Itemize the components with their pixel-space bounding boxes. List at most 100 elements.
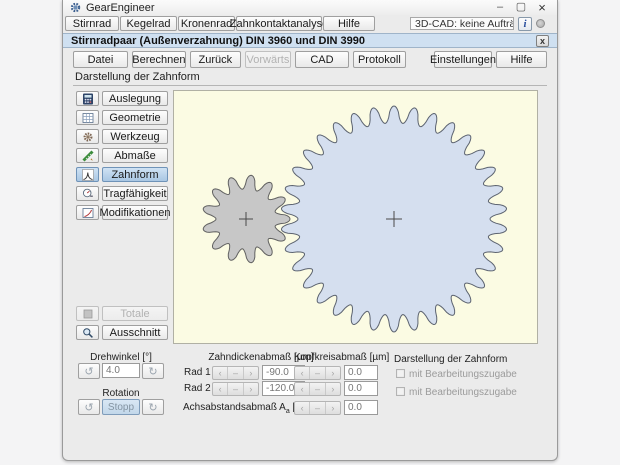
kopfkreis-rad2-input[interactable] bbox=[344, 381, 378, 396]
window-title: GearEngineer bbox=[86, 2, 155, 14]
sidebar-item-tragfaehigkeit: Tragfähigkeit bbox=[76, 186, 168, 202]
ausschnitt-icon-button[interactable] bbox=[76, 325, 99, 340]
werkzeug-icon-button[interactable] bbox=[76, 129, 99, 144]
totale-button: Totale bbox=[102, 306, 168, 321]
toolbar-cad-button[interactable]: CAD bbox=[295, 51, 349, 68]
gear-canvas-svg bbox=[174, 91, 537, 343]
kopfkreis-rad2-stepper: ‹ – › bbox=[294, 382, 341, 396]
kopfkreis-rad1-stepper: ‹ – › bbox=[294, 366, 341, 380]
kopfkreis-rad1-stepper-reset-button[interactable]: – bbox=[310, 367, 325, 379]
rad2-stepper-reset-button[interactable]: – bbox=[228, 383, 243, 395]
minimize-button[interactable]: – bbox=[493, 2, 507, 14]
cad-status-cluster: 3D-CAD: keine Aufträge i bbox=[410, 17, 545, 31]
rad2-label: Rad 2 bbox=[184, 383, 211, 394]
bearbeitungszugabe-2-checkbox bbox=[396, 387, 405, 396]
rad2-stepper-prev-button[interactable]: ‹ bbox=[213, 383, 228, 395]
totale-icon-button bbox=[76, 306, 99, 321]
menu-zahnkontaktanalyse[interactable]: Zahnkontaktanalyse bbox=[236, 16, 322, 31]
document-close-button[interactable]: x bbox=[536, 35, 549, 47]
toolbar-berechnen-button[interactable]: Berechnen bbox=[132, 51, 186, 68]
info-button[interactable]: i bbox=[518, 17, 532, 31]
sidebar-item-zahnform: Zahnform bbox=[76, 167, 168, 183]
kopfkreis-rad2-stepper-next-button[interactable]: › bbox=[326, 383, 340, 395]
drehwinkel-input[interactable] bbox=[102, 363, 140, 378]
drehwinkel-label: Drehwinkel [°] bbox=[78, 352, 164, 363]
toolbar-datei-button[interactable]: Datei bbox=[73, 51, 128, 68]
kopfkreis-rad2-stepper-prev-button[interactable]: ‹ bbox=[295, 383, 310, 395]
ausschnitt-button[interactable]: Ausschnitt bbox=[102, 325, 168, 340]
rad1-stepper-reset-button[interactable]: – bbox=[228, 367, 243, 379]
kopfkreis-rad2-stepper-reset-button[interactable]: – bbox=[310, 383, 325, 395]
app-window: GearEngineer – ▢ × Stirnrad Kegelrad Kro… bbox=[62, 0, 558, 461]
rotate-ccw-button[interactable]: ↺ bbox=[78, 363, 100, 379]
sidebar-item-abmasse: Abmaße bbox=[76, 148, 168, 164]
rotation-stop-button[interactable]: Stopp bbox=[102, 399, 140, 415]
achsabstand-input[interactable] bbox=[344, 400, 378, 415]
rotation-ccw-button[interactable]: ↺ bbox=[78, 399, 100, 415]
toolbar-hilfe-button[interactable]: Hilfe bbox=[496, 51, 547, 68]
toolbar-protokoll-button[interactable]: Protokoll bbox=[353, 51, 406, 68]
tooth-profile-icon bbox=[82, 169, 94, 181]
rad2-stepper-next-button[interactable]: › bbox=[244, 383, 258, 395]
darstellung-label: Darstellung der Zahnform bbox=[394, 354, 507, 365]
menu-bar: Stirnrad Kegelrad Kronenrad Zahnkontakta… bbox=[63, 15, 557, 32]
kopfkreis-rad1-stepper-prev-button[interactable]: ‹ bbox=[295, 367, 310, 379]
maximize-button[interactable]: ▢ bbox=[514, 2, 528, 14]
modifikationen-icon-button[interactable] bbox=[76, 205, 99, 220]
tragfaehigkeit-icon-button[interactable] bbox=[76, 186, 99, 201]
geometrie-icon-button[interactable] bbox=[76, 110, 99, 125]
title-bar: GearEngineer – ▢ × bbox=[63, 0, 557, 15]
achsabstand-stepper-reset-button[interactable]: – bbox=[310, 402, 325, 414]
rotation-label: Rotation bbox=[78, 388, 164, 399]
rad1-stepper-prev-button[interactable]: ‹ bbox=[213, 367, 228, 379]
sidebar-item-modifikationen-label[interactable]: Modifikationen bbox=[102, 205, 168, 220]
rotation-cw-button[interactable]: ↻ bbox=[142, 399, 164, 415]
achsabstand-label: Achsabstandsabmaß Aa [µm] bbox=[183, 402, 312, 415]
auslegung-icon-button[interactable] bbox=[76, 91, 99, 106]
view-totale-row: Totale bbox=[76, 306, 168, 322]
sidebar-item-zahnform-label[interactable]: Zahnform bbox=[102, 167, 168, 182]
menu-hilfe[interactable]: Hilfe bbox=[323, 16, 375, 31]
app-icon bbox=[70, 2, 81, 13]
kopfkreis-label: Kopfkreisabmaß [µm] bbox=[294, 352, 389, 363]
kopfkreis-rad1-stepper-next-button[interactable]: › bbox=[326, 367, 340, 379]
sidebar-item-geometrie-label[interactable]: Geometrie bbox=[102, 110, 168, 125]
gauge-icon bbox=[82, 188, 94, 200]
sidebar-item-auslegung: Auslegung bbox=[76, 91, 168, 107]
abmasse-icon-button[interactable] bbox=[76, 148, 99, 163]
close-button[interactable]: × bbox=[535, 2, 549, 14]
menu-stirnrad[interactable]: Stirnrad bbox=[65, 16, 119, 31]
sidebar-item-werkzeug: Werkzeug bbox=[76, 129, 168, 145]
section-title: Darstellung der Zahnform bbox=[73, 71, 547, 86]
zahnform-icon-button[interactable] bbox=[76, 167, 99, 182]
kopfkreis-rad1-input[interactable] bbox=[344, 365, 378, 380]
tool-gear-icon bbox=[82, 131, 94, 143]
sidebar-item-tragfaehigkeit-label[interactable]: Tragfähigkeit bbox=[102, 186, 168, 201]
full-view-icon bbox=[82, 308, 94, 320]
toolbar-vorwaerts-button: Vorwärts bbox=[245, 51, 291, 68]
toolbar-spacer bbox=[410, 51, 430, 69]
sidebar-item-auslegung-label[interactable]: Auslegung bbox=[102, 91, 168, 106]
calculator-icon bbox=[82, 93, 94, 105]
achsabstand-stepper-next-button[interactable]: › bbox=[326, 402, 340, 414]
grid-table-icon bbox=[82, 112, 94, 124]
gear-canvas[interactable] bbox=[173, 90, 538, 344]
toolbar-zurueck-button[interactable]: Zurück bbox=[190, 51, 241, 68]
toolbar-einstellungen-button[interactable]: Einstellungen bbox=[434, 51, 492, 68]
rotate-cw-button[interactable]: ↻ bbox=[142, 363, 164, 379]
achsabstand-stepper-prev-button[interactable]: ‹ bbox=[295, 402, 310, 414]
sidebar-item-werkzeug-label[interactable]: Werkzeug bbox=[102, 129, 168, 144]
achsabstand-stepper: ‹ – › bbox=[294, 401, 341, 415]
menu-kegelrad[interactable]: Kegelrad bbox=[120, 16, 177, 31]
bearbeitungszugabe-1-checkbox bbox=[396, 369, 405, 378]
rad2-stepper: ‹ – › bbox=[212, 382, 259, 396]
view-ausschnitt-row: Ausschnitt bbox=[76, 325, 168, 341]
achsabstand-label-main: Achsabstandsabmaß A bbox=[183, 402, 286, 413]
document-bar: Stirnradpaar (Außenverzahnung) DIN 3960 … bbox=[63, 33, 557, 48]
menu-kronenrad[interactable]: Kronenrad bbox=[178, 16, 235, 31]
cad-status-field: 3D-CAD: keine Aufträge bbox=[410, 17, 514, 30]
sidebar-item-modifikationen: Modifikationen bbox=[76, 205, 168, 221]
toolbar: Datei Berechnen Zurück Vorwärts CAD Prot… bbox=[73, 51, 547, 69]
rad1-stepper-next-button[interactable]: › bbox=[244, 367, 258, 379]
sidebar-item-abmasse-label[interactable]: Abmaße bbox=[102, 148, 168, 163]
